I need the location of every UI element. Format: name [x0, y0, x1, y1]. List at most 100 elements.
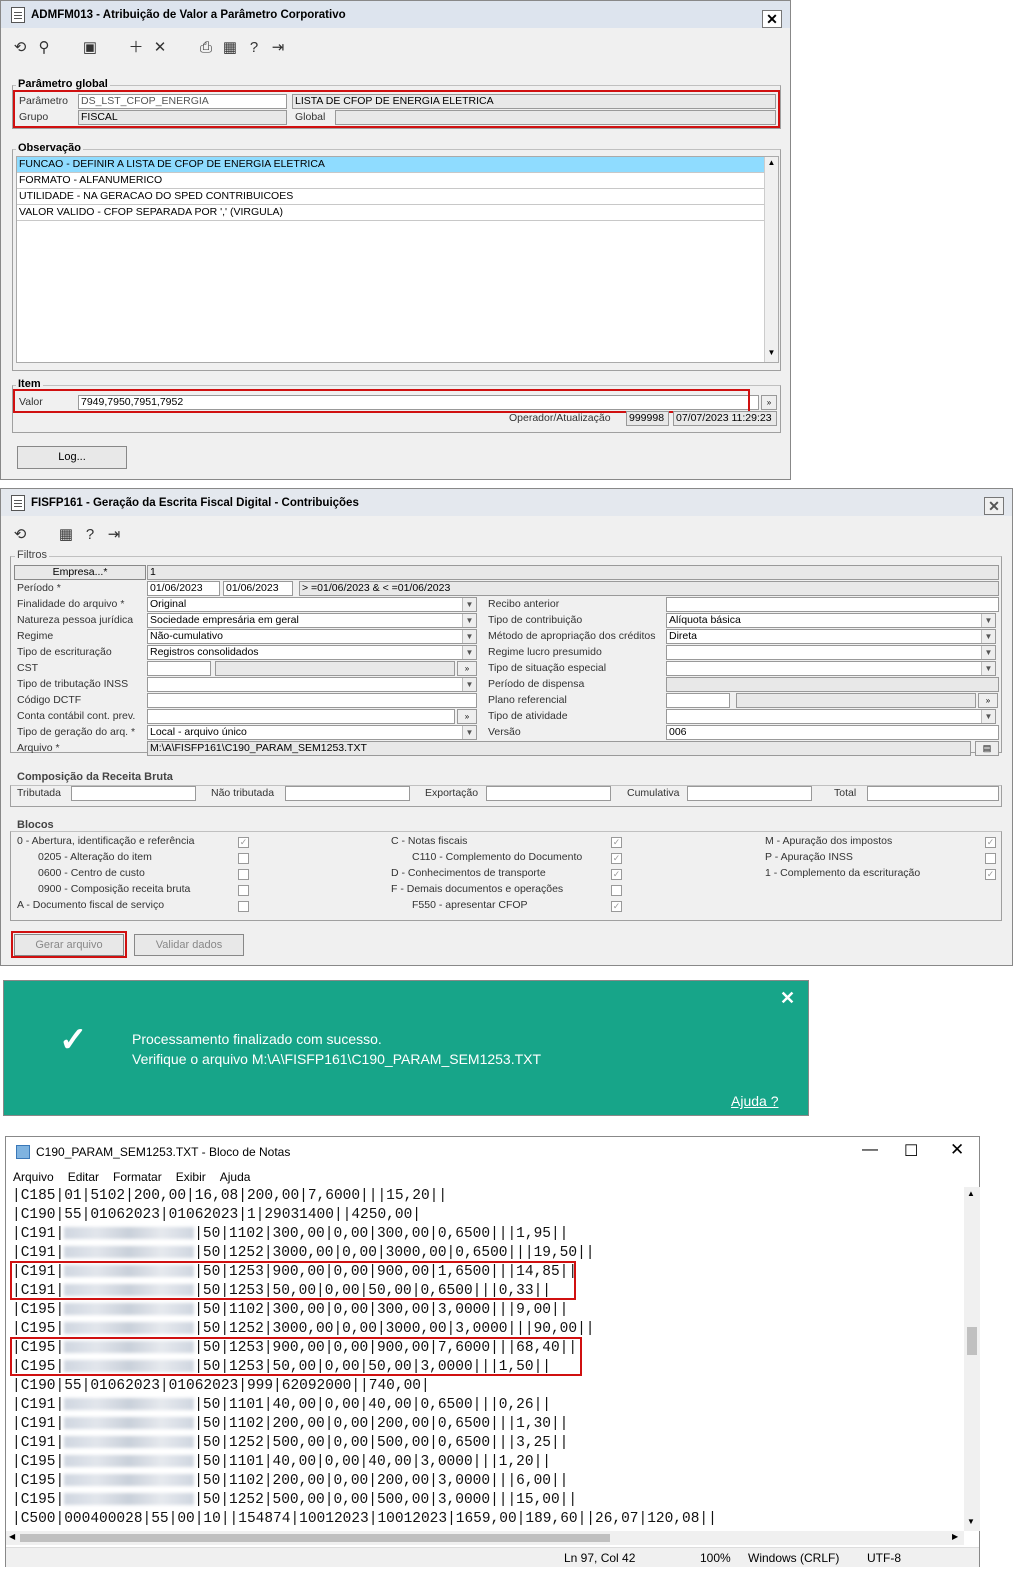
tipo-atividade-select[interactable]: ▼: [666, 709, 996, 724]
finalidade-select[interactable]: Original ▼: [147, 597, 477, 612]
chevron-down-icon[interactable]: ▼: [462, 678, 476, 691]
menu-ajuda[interactable]: Ajuda: [220, 1170, 251, 1184]
exportacao-field[interactable]: [486, 786, 611, 801]
scroll-up-icon[interactable]: ▲: [766, 158, 777, 171]
folder-browse-icon[interactable]: ▤: [975, 741, 999, 756]
obs-line[interactable]: VALOR VALIDO - CFOP SEPARADA POR ',' (VI…: [17, 205, 764, 221]
obs-line[interactable]: FORMATO - ALFANUMERICO: [17, 173, 764, 189]
scroll-down-icon[interactable]: ▼: [766, 348, 777, 361]
scroll-left-icon[interactable]: ◀: [9, 1532, 15, 1541]
scroll-right-icon[interactable]: ▶: [952, 1532, 958, 1541]
chevron-down-icon[interactable]: ▼: [462, 614, 476, 627]
cst-field[interactable]: [147, 661, 211, 676]
natureza-select[interactable]: Sociedade empresária em geral ▼: [147, 613, 477, 628]
conta-contabil-field[interactable]: [147, 709, 455, 724]
close-button[interactable]: ✕: [762, 10, 782, 28]
bloco-checkbox[interactable]: [238, 901, 249, 912]
delete-icon[interactable]: ✕: [151, 39, 169, 57]
chevron-down-icon[interactable]: ▼: [462, 630, 476, 643]
bloco-checkbox[interactable]: [238, 869, 249, 880]
print-icon[interactable]: ⎙: [197, 39, 215, 57]
calendar-icon[interactable]: ▦: [57, 526, 75, 544]
bloco-checkbox[interactable]: [985, 853, 996, 864]
toast-close-button[interactable]: ✕: [780, 988, 795, 1009]
help-icon[interactable]: ?: [245, 39, 263, 57]
tipo-trib-inss-select[interactable]: ▼: [147, 677, 477, 692]
cst-lookup-button[interactable]: »: [457, 661, 477, 676]
tipo-geracao-select[interactable]: Local - arquivo único ▼: [147, 725, 477, 740]
obs-line[interactable]: FUNCAO - DEFINIR A LISTA DE CFOP DE ENER…: [17, 157, 764, 173]
empresa-button[interactable]: Empresa...*: [14, 565, 146, 580]
chevron-down-icon[interactable]: ▼: [981, 710, 995, 723]
regime-select[interactable]: Não-cumulativo ▼: [147, 629, 477, 644]
bloco-checkbox[interactable]: ✓: [985, 869, 996, 880]
add-icon[interactable]: ＋: [127, 39, 145, 57]
chevron-down-icon[interactable]: ▼: [462, 646, 476, 659]
validar-dados-button[interactable]: Validar dados: [134, 934, 244, 956]
bloco-checkbox[interactable]: ✓: [611, 837, 622, 848]
regime-lucro-select[interactable]: ▼: [666, 645, 996, 660]
periodo-inicio-field[interactable]: 01/06/2023: [147, 581, 220, 596]
vertical-scrollbar[interactable]: ▲ ▼: [964, 1187, 980, 1531]
menu-editar[interactable]: Editar: [68, 1170, 99, 1184]
codigo-dctf-field[interactable]: [147, 693, 477, 708]
chevron-down-icon[interactable]: ▼: [981, 614, 995, 627]
close-icon[interactable]: ✕: [950, 1140, 964, 1160]
menu-formatar[interactable]: Formatar: [113, 1170, 162, 1184]
chevron-down-icon[interactable]: ▼: [981, 646, 995, 659]
plano-lookup-button[interactable]: »: [978, 693, 998, 708]
search-icon[interactable]: ⚲: [35, 39, 53, 57]
bloco-checkbox[interactable]: ✓: [611, 901, 622, 912]
scroll-down-icon[interactable]: ▼: [967, 1517, 975, 1526]
nao-tributada-field[interactable]: [285, 786, 410, 801]
save-icon[interactable]: ▣: [81, 39, 99, 57]
chevron-down-icon[interactable]: ▼: [981, 630, 995, 643]
refresh-icon[interactable]: ⟲: [11, 526, 29, 544]
bloco-checkbox[interactable]: ✓: [238, 837, 249, 848]
bloco-checkbox[interactable]: [238, 885, 249, 896]
bloco-checkbox[interactable]: ✓: [611, 853, 622, 864]
tipo-escrituracao-select[interactable]: Registros consolidados ▼: [147, 645, 477, 660]
chevron-down-icon[interactable]: ▼: [462, 598, 476, 611]
observacao-list[interactable]: FUNCAO - DEFINIR A LISTA DE CFOP DE ENER…: [16, 156, 779, 363]
tipo-contribuicao-select[interactable]: Alíquota básica ▼: [666, 613, 996, 628]
menu-arquivo[interactable]: Arquivo: [13, 1170, 54, 1184]
bloco-checkbox[interactable]: ✓: [611, 869, 622, 880]
versao-field[interactable]: 006: [666, 725, 999, 740]
help-icon[interactable]: ?: [81, 526, 99, 544]
menu-exibir[interactable]: Exibir: [176, 1170, 206, 1184]
chevron-down-icon[interactable]: ▼: [462, 726, 476, 739]
exit-icon[interactable]: ⇥: [269, 39, 287, 57]
chevron-down-icon[interactable]: ▼: [981, 662, 995, 675]
scroll-up-icon[interactable]: ▲: [967, 1189, 975, 1198]
minimize-icon[interactable]: —: [862, 1141, 878, 1159]
arquivo-field[interactable]: M:\A\FISFP161\C190_PARAM_SEM1253.TXT: [147, 741, 971, 756]
exit-icon[interactable]: ⇥: [105, 526, 123, 544]
bloco-checkbox[interactable]: ✓: [985, 837, 996, 848]
calendar-icon[interactable]: ▦: [221, 39, 239, 57]
help-link[interactable]: Ajuda ?: [731, 1093, 778, 1109]
periodo-fim-field[interactable]: 01/06/2023: [223, 581, 293, 596]
conta-contabil-label: Conta contábil cont. prev.: [17, 710, 136, 722]
maximize-icon[interactable]: ☐: [904, 1141, 918, 1161]
scroll-thumb[interactable]: [967, 1327, 977, 1355]
tipo-situacao-select[interactable]: ▼: [666, 661, 996, 676]
metodo-select[interactable]: Direta ▼: [666, 629, 996, 644]
scrollbar[interactable]: ▲ ▼: [764, 157, 778, 362]
plano-referencial-field[interactable]: [666, 693, 730, 708]
valor-lookup-button[interactable]: »: [761, 395, 777, 410]
obs-line[interactable]: UTILIDADE - NA GERACAO DO SPED CONTRIBUI…: [17, 189, 764, 205]
conta-lookup-button[interactable]: »: [457, 709, 477, 724]
bloco-checkbox[interactable]: [611, 885, 622, 896]
recibo-field[interactable]: [666, 597, 999, 612]
close-button[interactable]: ✕: [984, 497, 1004, 515]
bloco-checkbox[interactable]: [238, 853, 249, 864]
refresh-icon[interactable]: ⟲: [11, 39, 29, 57]
log-button[interactable]: Log...: [17, 446, 127, 469]
tributada-field[interactable]: [71, 786, 196, 801]
total-field[interactable]: [867, 786, 999, 801]
cumulativa-field[interactable]: [687, 786, 812, 801]
periodo-dispensa-field[interactable]: [666, 677, 999, 692]
hscroll-thumb[interactable]: [20, 1534, 610, 1542]
horizontal-scrollbar[interactable]: ◀ ▶: [6, 1531, 964, 1545]
